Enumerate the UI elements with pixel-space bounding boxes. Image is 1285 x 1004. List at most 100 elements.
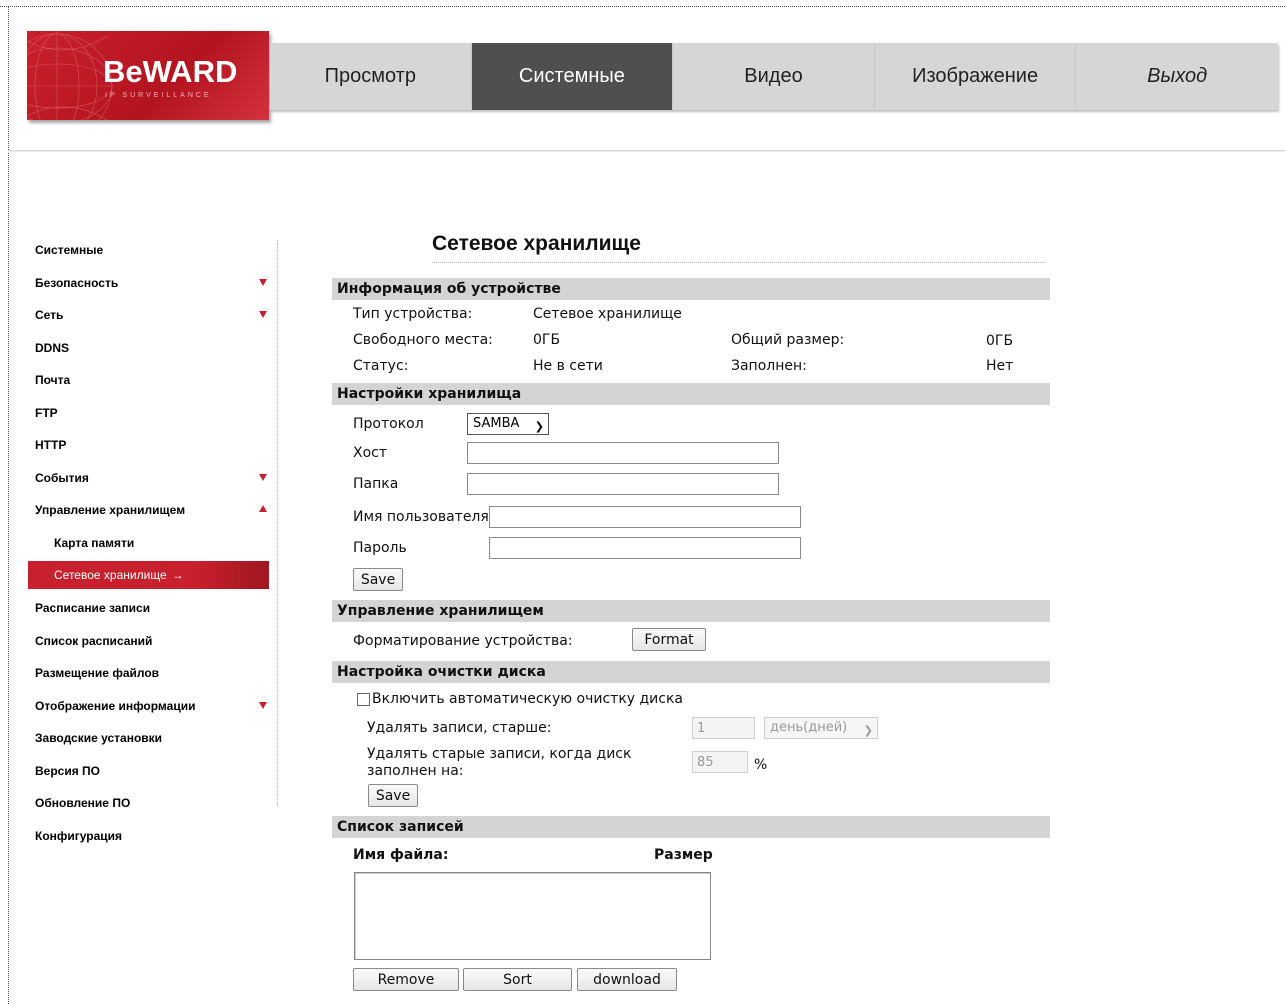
full-value: Нет <box>986 358 1014 374</box>
frame-border-top <box>0 6 1285 7</box>
sidebar-item-label: Размещение файлов <box>35 666 160 680</box>
save-cleanup-button[interactable]: Save <box>368 784 418 807</box>
records-listbox[interactable] <box>354 872 711 960</box>
sidebar-item-label: Версия ПО <box>35 763 101 778</box>
folder-label: Папка <box>353 476 399 492</box>
username-input[interactable] <box>489 506 801 528</box>
free-space-label: Свободного места: <box>353 332 493 348</box>
nav-video[interactable]: Видео <box>673 43 875 110</box>
sidebar-item-firmware-version[interactable]: Версия ПО <box>28 755 269 788</box>
sidebar-item-info-display[interactable]: Отображение информации <box>28 690 269 723</box>
sidebar-item-security[interactable]: Безопасность <box>28 267 269 300</box>
sidebar-item-schedule-list[interactable]: Список расписаний <box>28 625 269 658</box>
username-label: Имя пользователя <box>353 509 489 525</box>
sidebar-item-factory-defaults[interactable]: Заводские установки <box>28 722 269 755</box>
sidebar-item-label: Безопасность <box>35 275 119 290</box>
title-divider <box>432 262 1045 263</box>
section-records-list: Список записей <box>332 816 1050 838</box>
sidebar-item-label: Сеть <box>35 308 64 322</box>
delete-older-label: Удалять записи, старше: <box>367 720 552 736</box>
chevron-down-icon: ❯ <box>863 724 873 737</box>
auto-cleanup-checkbox[interactable] <box>357 693 370 706</box>
expand-down-icon <box>259 473 267 481</box>
total-size-label: Общий размер: <box>731 332 845 348</box>
sidebar-item-label: DDNS <box>35 340 70 355</box>
logo-subtitle: IP SURVEILLANCE <box>105 92 212 99</box>
delete-older-unit-select[interactable]: день(дней) ❯ <box>764 717 878 739</box>
delete-when-full-label-line2: заполнен на: <box>367 763 464 779</box>
protocol-select[interactable]: SAMBA ❯ <box>467 413 549 435</box>
collapse-up-icon <box>259 505 267 512</box>
password-input[interactable] <box>489 537 801 559</box>
sidebar-item-mail[interactable]: Почта <box>28 364 269 397</box>
sort-button[interactable]: Sort <box>463 968 572 991</box>
sidebar-item-label: Список расписаний <box>35 633 153 648</box>
sidebar-item-network[interactable]: Сеть <box>28 299 269 332</box>
sidebar-item-file-placement[interactable]: Размещение файлов <box>28 657 269 690</box>
sidebar-item-network-storage[interactable]: Сетевое хранилище → <box>28 561 269 589</box>
sidebar-item-label: Карта памяти <box>54 535 135 550</box>
section-device-info: Информация об устройстве <box>332 278 1050 300</box>
delete-older-input[interactable] <box>692 717 755 739</box>
beward-logo: BeWARD IP SURVEILLANCE <box>27 31 269 120</box>
header-divider <box>8 150 1285 152</box>
sidebar-item-firmware-update[interactable]: Обновление ПО <box>28 787 269 820</box>
sidebar-item-label: Сетевое хранилище <box>54 568 167 582</box>
sidebar-item-storage-management[interactable]: Управление хранилищем <box>28 494 269 527</box>
host-label: Хост <box>353 445 388 461</box>
sidebar-item-ddns[interactable]: DDNS <box>28 332 269 365</box>
device-type-value: Сетевое хранилище <box>533 306 682 322</box>
sidebar-item-events[interactable]: События <box>28 462 269 495</box>
sidebar-item-label: Конфигурация <box>35 828 123 843</box>
remove-button[interactable]: Remove <box>353 968 459 991</box>
folder-input[interactable] <box>467 473 779 495</box>
save-storage-button[interactable]: Save <box>353 568 403 591</box>
full-label: Заполнен: <box>731 358 807 374</box>
sidebar-item-label: Отображение информации <box>35 698 196 713</box>
sidebar-item-label: Обновление ПО <box>35 796 131 810</box>
sidebar-item-recording-schedule[interactable]: Расписание записи <box>28 592 269 625</box>
top-nav: Просмотр Системные Видео Изображение Вых… <box>270 43 1278 110</box>
sidebar-item-label: FTP <box>35 405 58 420</box>
sidebar-item-label: Управление хранилищем <box>35 503 186 517</box>
delete-older-unit-value: день(дней) <box>770 720 848 735</box>
section-disk-cleanup: Настройка очистки диска <box>332 661 1050 683</box>
section-storage-management: Управление хранилищем <box>332 600 1050 622</box>
expand-down-icon <box>259 701 267 709</box>
format-button[interactable]: Format <box>632 628 706 651</box>
device-type-label: Тип устройства: <box>353 306 473 322</box>
status-label: Статус: <box>353 358 409 374</box>
nav-logout[interactable]: Выход <box>1076 43 1278 110</box>
frame-border-left <box>8 6 9 1004</box>
chevron-down-icon: ❯ <box>534 420 544 433</box>
format-device-label: Форматирование устройства: <box>353 633 573 649</box>
sidebar-item-label: Расписание записи <box>35 601 151 615</box>
delete-when-full-label-line1: Удалять старые записи, когда диск <box>367 746 632 762</box>
protocol-label: Протокол <box>353 416 424 432</box>
section-storage-settings: Настройки хранилища <box>332 383 1050 405</box>
sidebar: Системные Безопасность Сеть DDNS Почта F… <box>28 234 269 852</box>
sidebar-item-http[interactable]: HTTP <box>28 429 269 462</box>
delete-when-full-input[interactable] <box>692 751 748 773</box>
total-size-value: 0ГБ <box>986 333 1014 349</box>
expand-down-icon <box>259 311 267 318</box>
nav-view[interactable]: Просмотр <box>270 43 472 110</box>
sidebar-item-label: События <box>35 470 89 485</box>
logo-wordmark: BeWARD <box>103 54 238 89</box>
size-column-header: Размер <box>654 847 713 863</box>
sidebar-divider <box>277 240 278 806</box>
protocol-select-value: SAMBA <box>473 416 520 431</box>
sidebar-item-label: Заводские установки <box>35 731 163 745</box>
sidebar-item-label: Почта <box>35 373 71 387</box>
sidebar-item-system[interactable]: Системные <box>28 234 269 267</box>
host-input[interactable] <box>467 442 779 464</box>
nav-image[interactable]: Изображение <box>875 43 1077 110</box>
sidebar-item-ftp[interactable]: FTP <box>28 397 269 430</box>
download-button[interactable]: download <box>577 968 677 991</box>
sidebar-item-configuration[interactable]: Конфигурация <box>28 820 269 853</box>
nav-system[interactable]: Системные <box>471 43 674 110</box>
sidebar-item-memory-card[interactable]: Карта памяти <box>28 527 269 560</box>
sidebar-item-label: Системные <box>35 243 104 257</box>
auto-cleanup-label: Включить автоматическую очистку диска <box>372 691 684 707</box>
free-space-value: 0ГБ <box>533 332 561 348</box>
